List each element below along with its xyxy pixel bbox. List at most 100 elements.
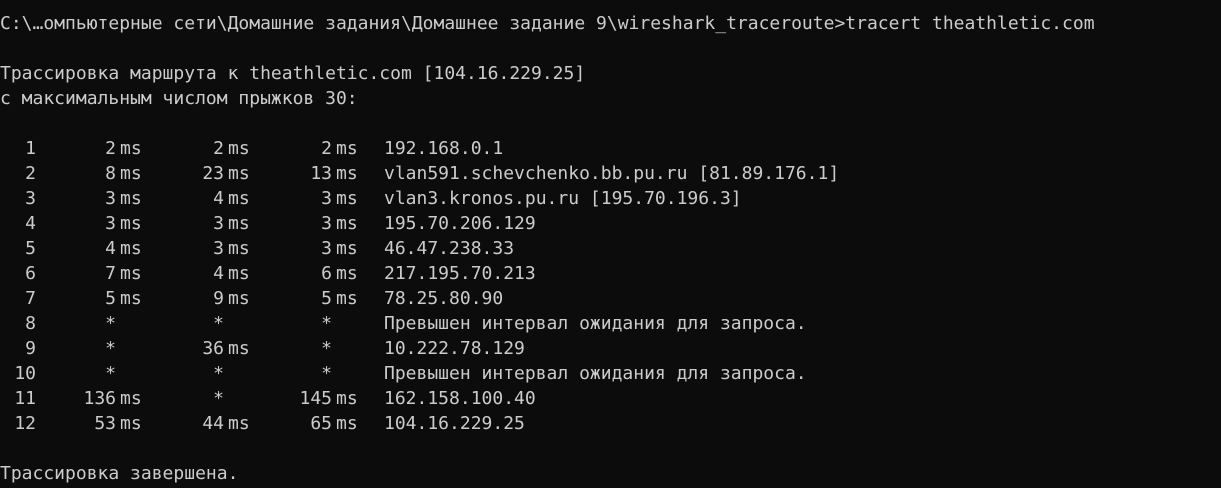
rtt-2: 9 [213, 288, 224, 309]
rtt-3: 2 [321, 138, 332, 159]
rtt-2: 3 [213, 213, 224, 234]
rtt-3: 3 [321, 238, 332, 259]
hop-host: 192.168.0.1 [384, 138, 504, 159]
hop-number: 10 [14, 363, 36, 384]
hop-host: vlan591.schevchenko.bb.pu.ru [81.89.176.… [384, 163, 840, 184]
rtt-2: 36 [202, 338, 224, 359]
command-text: tracert theathletic.com [845, 13, 1095, 34]
rtt-1: 5 [105, 288, 116, 309]
rtt-3: 65 [310, 413, 332, 434]
rtt-1-unit: ms [120, 388, 142, 409]
hop-row: 6 7 ms 4 ms 6 ms 217.195.70.213 [0, 261, 1221, 286]
rtt-1-unit: ms [120, 163, 142, 184]
hop-row: 12 53 ms 44 ms 65 ms 104.16.229.25 [0, 411, 1221, 436]
prompt-path: C:\…омпьютерные сети\Домашние задания\До… [0, 13, 846, 34]
rtt-2: * [213, 363, 224, 384]
rtt-2: 4 [213, 188, 224, 209]
rtt-2-unit: ms [228, 338, 250, 359]
hop-host: 217.195.70.213 [384, 263, 536, 284]
hop-row: 10 * * * Превышен интервал ожидания для … [0, 361, 1221, 386]
rtt-2: 3 [213, 238, 224, 259]
rtt-3-unit: ms [336, 288, 358, 309]
hop-host: 78.25.80.90 [384, 288, 504, 309]
hop-number: 9 [25, 338, 36, 359]
rtt-3-unit: ms [336, 388, 358, 409]
rtt-3-unit: ms [336, 413, 358, 434]
hop-number: 8 [25, 313, 36, 334]
hop-row: 7 5 ms 9 ms 5 ms 78.25.80.90 [0, 286, 1221, 311]
rtt-3-unit: ms [336, 238, 358, 259]
rtt-3: 3 [321, 188, 332, 209]
trace-complete-message: Трассировка завершена. [0, 463, 239, 484]
hop-row: 8 * * * Превышен интервал ожидания для з… [0, 311, 1221, 336]
rtt-1: * [105, 313, 116, 334]
rtt-1-unit: ms [120, 213, 142, 234]
rtt-3: 13 [310, 163, 332, 184]
rtt-3: * [321, 338, 332, 359]
hop-number: 7 [25, 288, 36, 309]
rtt-2-unit: ms [228, 163, 250, 184]
rtt-1: 53 [94, 413, 116, 434]
rtt-2: * [213, 313, 224, 334]
hop-host: 195.70.206.129 [384, 213, 536, 234]
rtt-1: 7 [105, 263, 116, 284]
rtt-2: 2 [213, 138, 224, 159]
hop-row: 11 136 ms * 145 ms 162.158.100.40 [0, 386, 1221, 411]
rtt-3: 6 [321, 263, 332, 284]
hop-host: vlan3.kronos.pu.ru [195.70.196.3] [384, 188, 742, 209]
rtt-1: 4 [105, 238, 116, 259]
hop-host: 104.16.229.25 [384, 413, 525, 434]
rtt-1: 3 [105, 213, 116, 234]
rtt-1-unit: ms [120, 238, 142, 259]
rtt-3: * [321, 313, 332, 334]
rtt-2: 23 [202, 163, 224, 184]
rtt-1-unit: ms [120, 188, 142, 209]
rtt-1: * [105, 363, 116, 384]
hop-host: Превышен интервал ожидания для запроса. [384, 363, 807, 384]
command-line: C:\…омпьютерные сети\Домашние задания\До… [0, 11, 1095, 36]
hop-host: 46.47.238.33 [384, 238, 515, 259]
rtt-3: * [321, 363, 332, 384]
rtt-1: * [105, 338, 116, 359]
rtt-1: 8 [105, 163, 116, 184]
hop-number: 3 [25, 188, 36, 209]
rtt-1-unit: ms [120, 263, 142, 284]
trace-header-max-hops: с максимальным числом прыжков 30: [0, 88, 358, 109]
hop-number: 5 [25, 238, 36, 259]
hop-row: 5 4 ms 3 ms 3 ms 46.47.238.33 [0, 236, 1221, 261]
rtt-2-unit: ms [228, 213, 250, 234]
rtt-2: 44 [202, 413, 224, 434]
rtt-1-unit: ms [120, 413, 142, 434]
rtt-3-unit: ms [336, 188, 358, 209]
rtt-3-unit: ms [336, 263, 358, 284]
rtt-2-unit: ms [228, 238, 250, 259]
rtt-3: 145 [299, 388, 332, 409]
rtt-3-unit: ms [336, 138, 358, 159]
rtt-3-unit: ms [336, 213, 358, 234]
hop-row: 1 2 ms 2 ms 2 ms 192.168.0.1 [0, 136, 1221, 161]
rtt-1: 3 [105, 188, 116, 209]
hop-row: 3 3 ms 4 ms 3 ms vlan3.kronos.pu.ru [195… [0, 186, 1221, 211]
rtt-2-unit: ms [228, 263, 250, 284]
hop-number: 1 [25, 138, 36, 159]
hop-host: Превышен интервал ожидания для запроса. [384, 313, 807, 334]
hop-row: 4 3 ms 3 ms 3 ms 195.70.206.129 [0, 211, 1221, 236]
hop-number: 12 [14, 413, 36, 434]
hop-number: 4 [25, 213, 36, 234]
hop-number: 11 [14, 388, 36, 409]
hop-row: 2 8 ms 23 ms 13 ms vlan591.schevchenko.b… [0, 161, 1221, 186]
rtt-2-unit: ms [228, 288, 250, 309]
hop-number: 2 [25, 163, 36, 184]
rtt-2-unit: ms [228, 188, 250, 209]
rtt-3: 3 [321, 213, 332, 234]
rtt-1: 2 [105, 138, 116, 159]
rtt-1: 136 [83, 388, 116, 409]
rtt-2-unit: ms [228, 138, 250, 159]
terminal-window[interactable]: C:\…омпьютерные сети\Домашние задания\До… [0, 0, 1221, 488]
hop-host: 10.222.78.129 [384, 338, 525, 359]
rtt-3-unit: ms [336, 163, 358, 184]
rtt-2: 4 [213, 263, 224, 284]
hop-row: 9 * 36 ms * 10.222.78.129 [0, 336, 1221, 361]
rtt-2: * [213, 388, 224, 409]
rtt-2-unit: ms [228, 413, 250, 434]
